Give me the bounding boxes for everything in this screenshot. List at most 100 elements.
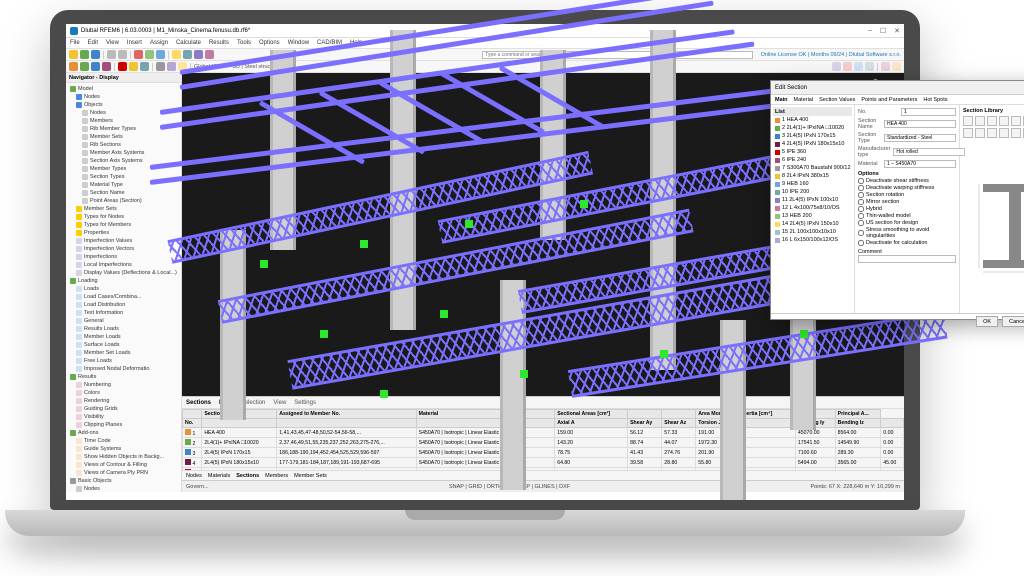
list-item[interactable]: 15 2L 100x100x10x10	[773, 228, 852, 236]
tree-item[interactable]: Text Information	[68, 309, 179, 317]
tree-item[interactable]: Section Types	[68, 173, 179, 181]
checkbox-row[interactable]: Thin-walled model	[858, 213, 956, 219]
tree-item[interactable]: Add-ons	[68, 429, 179, 437]
tree-item[interactable]: Colors	[68, 389, 179, 397]
copy-icon[interactable]	[145, 50, 154, 59]
tree-item[interactable]: Types for Nodes	[68, 213, 179, 221]
snap-icon[interactable]	[167, 62, 176, 71]
menu-window[interactable]: Window	[288, 40, 309, 46]
checkbox-row[interactable]: Stress smoothing to avoid singularities	[858, 227, 956, 239]
menu-help[interactable]: Help	[350, 40, 362, 46]
tree-item[interactable]: Load Distribution	[68, 301, 179, 309]
load-icon[interactable]	[118, 62, 127, 71]
tree-item[interactable]: Clipping Planes	[68, 421, 179, 429]
menu-insert[interactable]: Insert	[127, 40, 142, 46]
tree-item[interactable]: Imperfections	[68, 253, 179, 261]
checkbox-row[interactable]: Hybrid	[858, 206, 956, 212]
input-mat[interactable]	[884, 160, 956, 168]
tree-item[interactable]: Properties	[68, 229, 179, 237]
tree-item[interactable]: Views of Contour & Filling	[68, 461, 179, 469]
tree-item[interactable]: Nodes	[68, 93, 179, 101]
tree-item[interactable]: Point Areas (Section)	[68, 197, 179, 205]
tree-item[interactable]: Numbering	[68, 381, 179, 389]
list-item[interactable]: 12 L 4x100/75x8/10/OS	[773, 204, 852, 212]
list-item[interactable]: 11 2L4(5) IPxN 100x10	[773, 196, 852, 204]
list-item[interactable]: 2 2L4(1)+ IPxINA □10020	[773, 124, 852, 132]
menu-assign[interactable]: Assign	[150, 40, 168, 46]
list-item[interactable]: 4 2L4(5) IPxN 180x15x10	[773, 140, 852, 148]
tab-selection[interactable]: Selection	[241, 400, 266, 406]
dlg-tab-hotspots[interactable]: Hot Spots	[923, 97, 947, 103]
menu-results[interactable]: Results	[209, 40, 229, 46]
table-row[interactable]: 42L4(5) IPxN 180x15x10177-179,181-184,18…	[183, 458, 904, 468]
tree-item[interactable]: Basic Objects	[68, 477, 179, 485]
close-button[interactable]: ✕	[894, 27, 900, 35]
tree-item[interactable]: Views of Camera Ply PRN	[68, 469, 179, 477]
tree-item[interactable]: Loads	[68, 285, 179, 293]
tree-item[interactable]: Section Name	[68, 189, 179, 197]
tree-item[interactable]: Member Axis Systems	[68, 149, 179, 157]
new-icon[interactable]	[69, 50, 78, 59]
navigator-tree[interactable]: ModelNodesObjectsNodesMembersRib Member …	[66, 83, 181, 492]
tree-item[interactable]: Show Hidden Objects in Backg...	[68, 453, 179, 461]
menu-edit[interactable]: Edit	[88, 40, 98, 46]
open-icon[interactable]	[80, 50, 89, 59]
list-item[interactable]: 1 HEA 400	[773, 116, 852, 124]
tree-item[interactable]: Load Cases/Combina...	[68, 293, 179, 301]
tree-item[interactable]: Rendering	[68, 397, 179, 405]
checkbox-row[interactable]: Mirror section	[858, 199, 956, 205]
cut-icon[interactable]	[134, 50, 143, 59]
tree-item[interactable]: Member Set Loads	[68, 349, 179, 357]
tree-item[interactable]: Member Loads	[68, 333, 179, 341]
tree-item[interactable]: Objects	[68, 101, 179, 109]
measure-icon[interactable]	[178, 62, 187, 71]
checkbox-row[interactable]: Deactivate warping stiffness	[858, 185, 956, 191]
tree-item[interactable]: Member Sets	[68, 133, 179, 141]
dlg-tab-points[interactable]: Points and Parameters	[861, 97, 917, 103]
render-icon[interactable]	[205, 50, 214, 59]
sections-table[interactable]: Section NameAssigned to Member No.Materi…	[182, 409, 904, 470]
tree-item[interactable]: Member Types	[68, 165, 179, 173]
menu-calculate[interactable]: Calculate	[176, 40, 201, 46]
tree-item[interactable]: Model	[68, 85, 179, 93]
menu-view[interactable]: View	[106, 40, 119, 46]
checkbox-row[interactable]: US section for design	[858, 220, 956, 226]
tree-item[interactable]: Time Code	[68, 437, 179, 445]
tree-item[interactable]: Rib Sections	[68, 141, 179, 149]
input-name[interactable]	[884, 120, 956, 128]
zoom-icon[interactable]	[832, 62, 841, 71]
tree-item[interactable]: Local Imperfections	[68, 261, 179, 269]
dlg-tab-material[interactable]: Material	[794, 97, 814, 103]
list-item[interactable]: 16 L 6x150/100x12/OS	[773, 236, 852, 244]
save-icon[interactable]	[91, 50, 100, 59]
tree-item[interactable]: Free Loads	[68, 357, 179, 365]
input-comment[interactable]	[858, 255, 956, 263]
calc-icon[interactable]	[172, 50, 181, 59]
tree-item[interactable]: Nodes	[68, 109, 179, 117]
footer-tab-membersets[interactable]: Member Sets	[294, 473, 327, 479]
fit-icon[interactable]	[865, 62, 874, 71]
grid-icon[interactable]	[156, 62, 165, 71]
tree-item[interactable]: Visibility	[68, 413, 179, 421]
tree-item[interactable]: Rib Member Types	[68, 125, 179, 133]
table-row[interactable]: 22L4(1)+ IPxINA □100202,37,46,49,51,55,2…	[183, 438, 904, 448]
persp-icon[interactable]	[892, 62, 901, 71]
dialog-section-list[interactable]: List 1 HEA 4002 2L4(1)+ IPxINA □100203 2…	[771, 105, 855, 313]
input-no[interactable]	[901, 108, 956, 116]
tree-item[interactable]: Members	[68, 117, 179, 125]
table-row[interactable]: 1HEA 4001,41,43,45,47-48,50,52-54,56-58,…	[183, 428, 904, 438]
footer-tab-members[interactable]: Members	[265, 473, 288, 479]
pan-icon[interactable]	[843, 62, 852, 71]
dlg-tab-values[interactable]: Section Values	[819, 97, 855, 103]
tree-item[interactable]: Member Sets	[68, 205, 179, 213]
table-row[interactable]: 32L4(5) IPxN 170x15186,188-190,194,452,4…	[183, 448, 904, 458]
surface-icon[interactable]	[102, 62, 111, 71]
checkbox-row[interactable]: Section rotation	[858, 192, 956, 198]
minimize-button[interactable]: –	[868, 27, 872, 35]
list-item[interactable]: 9 HEB 160	[773, 180, 852, 188]
tree-item[interactable]: Imperfection Vectors	[68, 245, 179, 253]
footer-tab-sections[interactable]: Sections	[236, 473, 259, 479]
menu-file[interactable]: File	[70, 40, 80, 46]
undo-icon[interactable]	[107, 50, 116, 59]
menu-cadbim[interactable]: CAD/BIM	[317, 40, 342, 46]
